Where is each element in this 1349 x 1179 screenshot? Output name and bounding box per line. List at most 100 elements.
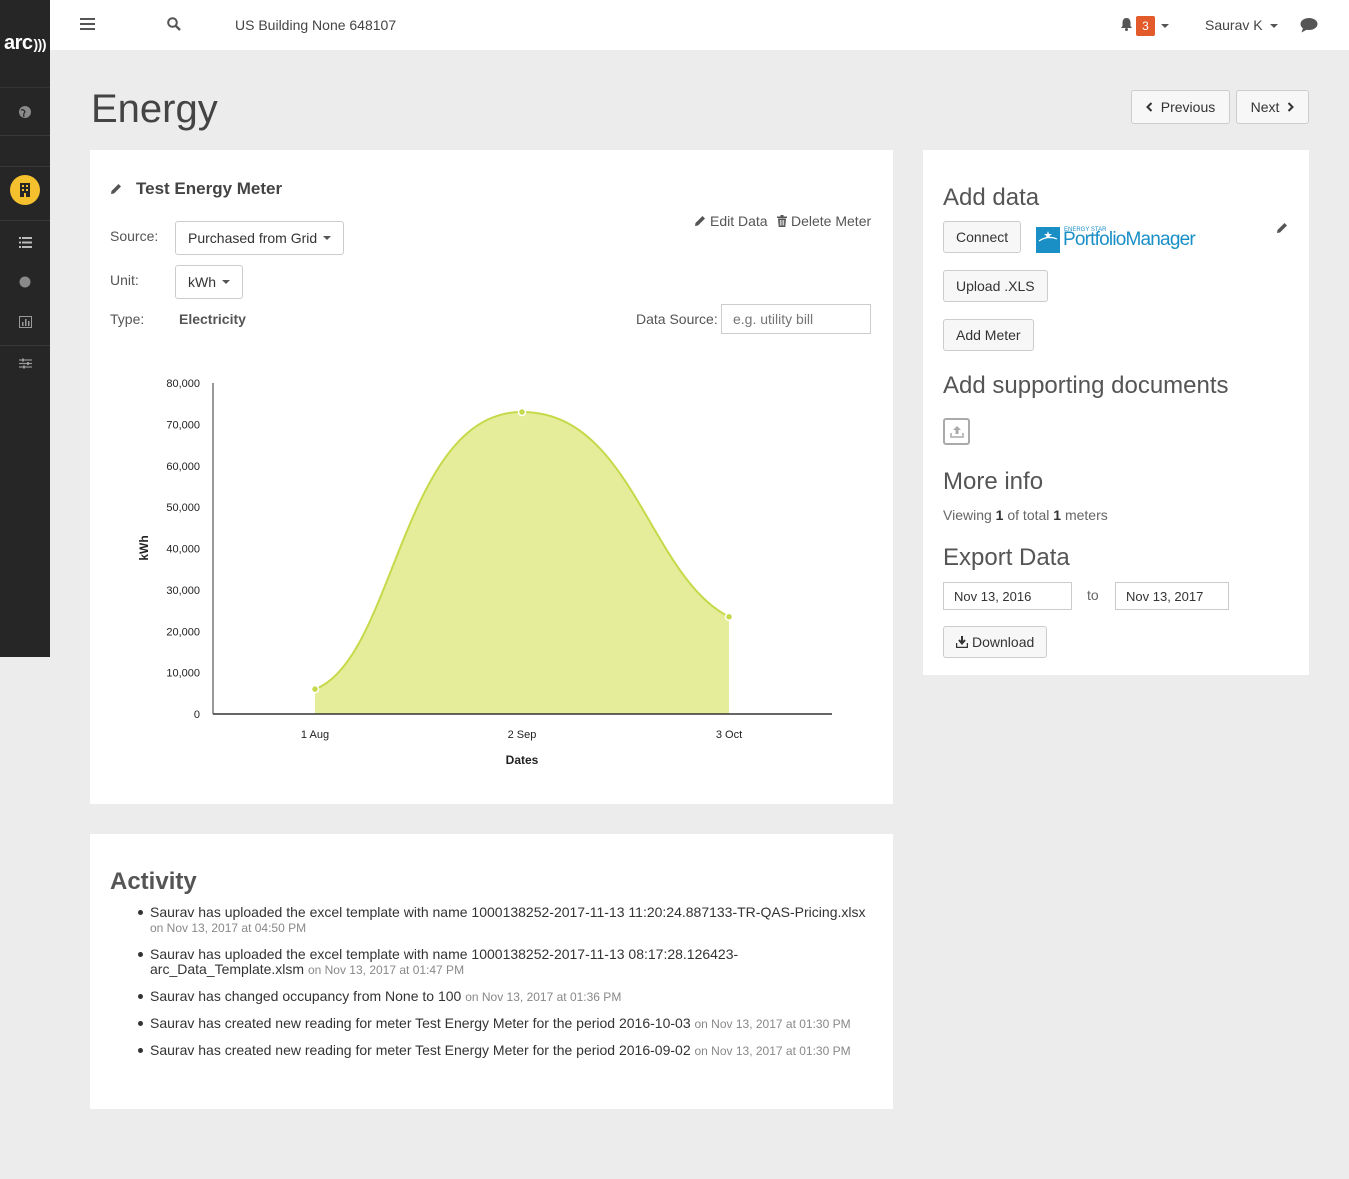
unit-label: Unit: [110,272,139,288]
y-tick-label: 30,000 [166,585,200,597]
y-tick-label: 20,000 [166,626,200,638]
data-point[interactable] [517,407,527,417]
chat-icon[interactable] [1300,17,1318,33]
logo-arcs-icon: ))) [33,35,47,52]
energy-star-label: ENERGY STAR [1064,227,1107,233]
energy-star-icon [1036,227,1060,253]
activity-item: Saurav has created new reading for meter… [138,1016,870,1032]
arc-logo[interactable]: arc))) [0,0,50,88]
active-indicator [10,175,40,205]
area-fill [315,411,729,714]
activity-card: Activity Saurav has uploaded the excel t… [90,834,893,1109]
meter-name: Test Energy Meter [136,179,283,198]
bell-icon[interactable] [1120,17,1133,31]
y-tick-label: 60,000 [166,461,200,473]
bar-chart-icon [18,316,32,328]
type-label: Type: [110,311,145,327]
upload-xls-button[interactable]: Upload .XLS [943,270,1048,302]
delete-meter-label: Delete Meter [791,213,872,229]
y-axis-label: kWh [137,535,151,560]
y-tick-label: 40,000 [166,544,200,556]
activity-list: Saurav has uploaded the excel template w… [138,905,870,1070]
chevron-down-icon [222,280,230,284]
add-meter-button[interactable]: Add Meter [943,319,1034,351]
export-to-date[interactable] [1115,582,1229,610]
sidebar-item-analytics[interactable] [0,312,50,332]
sidebar-item-building[interactable] [0,174,50,206]
left-sidebar: arc))) [0,0,50,657]
sidebar-item-settings[interactable] [0,353,50,373]
next-button[interactable]: Next [1236,90,1309,124]
add-data-title: Add data [943,184,1040,211]
connect-button[interactable]: Connect [943,221,1022,253]
source-label: Source: [110,228,159,244]
sidebar-item-list[interactable] [0,232,50,252]
x-tick-label: 1 Aug [301,729,329,741]
unit-value: kWh [188,274,216,290]
user-name: Saurav K [1205,17,1263,33]
chevron-down-icon [323,236,332,240]
more-info-title: More info [943,468,1044,495]
data-source-label: Data Source: [636,311,718,327]
hamburger-menu-icon[interactable] [80,18,95,32]
date-range-to-label: to [1087,587,1099,603]
download-label: Download [972,634,1035,650]
sliders-icon [18,358,32,368]
chevron-down-icon [1270,24,1279,29]
upload-icon [949,426,964,438]
type-value: Electricity [179,311,246,327]
top-bar: US Building None 648107 3 Saurav K [50,0,1349,50]
notification-badge[interactable]: 3 [1136,16,1155,36]
user-menu[interactable]: Saurav K [1205,17,1279,33]
y-tick-label: 10,000 [166,668,200,680]
globe-icon [19,106,31,118]
x-axis-label: Dates [506,753,539,767]
portfolio-manager-logo[interactable]: ENERGY STAR PortfolioManager [1036,227,1196,253]
sidebar-item-circle[interactable] [0,272,50,292]
chevron-right-icon [1288,102,1295,112]
sidebar-item-globe[interactable] [0,97,50,127]
x-tick-label: 3 Oct [716,729,742,741]
building-icon [20,183,30,197]
pencil-icon[interactable] [110,183,122,195]
unit-dropdown[interactable]: kWh [175,265,243,299]
source-dropdown[interactable]: Purchased from Grid [175,221,345,255]
activity-item: Saurav has created new reading for meter… [138,1043,870,1059]
viewing-meters-text: Viewing 1 of total 1 meters [943,507,1108,523]
building-name[interactable]: US Building None 648107 [235,17,396,33]
source-value: Purchased from Grid [188,230,318,246]
data-point[interactable] [724,612,734,622]
delete-meter-link[interactable]: Delete Meter [777,213,871,229]
y-tick-label: 50,000 [166,502,200,514]
edit-data-label: Edit Data [710,213,768,229]
y-tick-label: 80,000 [166,378,200,390]
logo-text: arc [3,32,33,54]
previous-button[interactable]: Previous [1131,90,1230,124]
data-point[interactable] [310,684,320,694]
pencil-icon[interactable] [1276,222,1288,234]
edit-data-link[interactable]: Edit Data [694,213,768,229]
add-data-card: Add data Connect ENERGY STAR PortfolioMa… [923,150,1309,675]
activity-item: Saurav has changed occupancy from None t… [138,989,870,1005]
page-title: Energy [91,87,218,131]
export-data-title: Export Data [943,544,1070,571]
chevron-down-icon[interactable] [1161,24,1169,28]
y-tick-label: 0 [194,709,200,721]
activity-item: Saurav has uploaded the excel template w… [138,905,870,936]
pencil-icon [695,216,705,226]
next-label: Next [1250,99,1280,115]
search-icon[interactable] [167,17,181,31]
y-tick-label: 70,000 [166,419,200,431]
download-button[interactable]: Download [943,626,1048,658]
export-from-date[interactable] [943,582,1072,610]
trash-icon [777,215,787,227]
supporting-docs-title: Add supporting documents [943,372,1229,399]
activity-title: Activity [110,868,197,895]
data-source-input[interactable] [721,304,871,334]
activity-item: Saurav has uploaded the excel template w… [138,947,870,978]
upload-document-button[interactable] [943,418,970,445]
energy-chart: 0 10,000 20,000 30,000 40,000 50,000 60,000 70,… [137,378,832,767]
x-tick-label: 2 Sep [508,729,537,741]
meter-card: Test Energy Meter Edit Data Delete Meter… [90,150,893,804]
download-icon [956,636,968,648]
